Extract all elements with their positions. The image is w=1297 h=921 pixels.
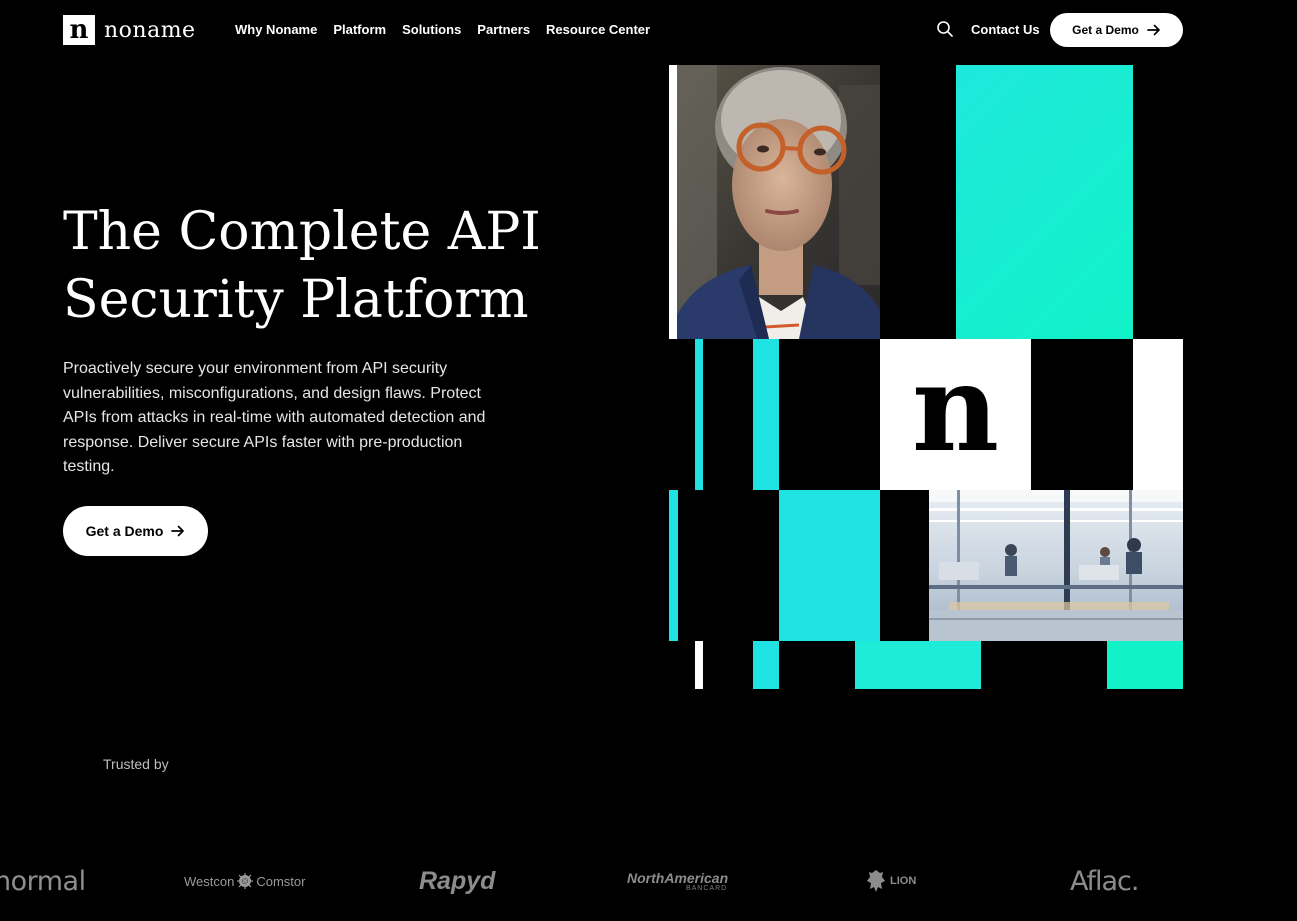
brand-logo-westcon-comstor: Westcon Comstor: [184, 855, 305, 907]
hero-title-line-1: The Complete API: [63, 202, 541, 262]
mosaic-block: [695, 641, 703, 689]
portrait-photo: [669, 65, 880, 339]
brand-logo-north-american-bancard: NorthAmerican BANCARD: [627, 855, 728, 907]
brand-westcon-text: Westcon: [184, 873, 235, 889]
get-demo-hero-label: Get a Demo: [85, 523, 164, 539]
mosaic-block: [1107, 641, 1183, 689]
logo-mark: n: [63, 15, 95, 45]
hero-title-line-2: Security Platform: [63, 270, 529, 330]
mosaic-block: [1133, 339, 1183, 490]
nav-platform[interactable]: Platform: [333, 22, 386, 37]
office-photo: [929, 490, 1183, 641]
brand-logo-normal: normal: [0, 855, 86, 907]
get-demo-header-label: Get a Demo: [1072, 23, 1139, 37]
mosaic-block: [753, 641, 779, 689]
brand-logo-aflac: Aflac.: [1070, 855, 1139, 907]
mosaic-block: [695, 339, 703, 490]
brand-normal-text: normal: [0, 865, 86, 897]
hero-subtitle: Proactively secure your environment from…: [63, 360, 486, 475]
contact-us-link[interactable]: Contact Us: [971, 22, 1040, 37]
trusted-by-label: Trusted by: [103, 756, 169, 772]
arrow-right-icon: [1146, 24, 1160, 36]
mosaic-block: [855, 641, 981, 689]
logo-wordmark: noname: [104, 17, 196, 43]
get-demo-header-button[interactable]: Get a Demo: [1050, 13, 1183, 47]
mosaic-block: [956, 65, 1133, 339]
hero-mosaic: n: [669, 65, 1183, 689]
brand-aflac-text: Aflac.: [1070, 865, 1139, 897]
brand-lion-text: LION: [890, 875, 917, 887]
nav-why-noname[interactable]: Why Noname: [235, 22, 317, 37]
nav-resource-center[interactable]: Resource Center: [546, 22, 650, 37]
search-icon[interactable]: [936, 20, 954, 38]
brand-comstor-text: Comstor: [256, 873, 306, 889]
nav-solutions[interactable]: Solutions: [402, 22, 461, 37]
brand-rapyd-text: Rapyd: [419, 866, 496, 895]
mosaic-block: [753, 339, 779, 490]
mosaic-block: [779, 490, 880, 641]
nav-partners[interactable]: Partners: [477, 22, 530, 37]
starburst-icon: [237, 873, 254, 889]
brand-bancard-text: BANCARD: [685, 884, 728, 892]
customer-logos: normal Westcon Comstor Rapyd NorthAmeric…: [0, 855, 1297, 910]
hero-title: The Complete API Security Platform: [63, 198, 623, 334]
lion-icon: [867, 870, 885, 892]
arrow-right-icon: [171, 525, 185, 537]
main-nav: Why Noname Platform Solutions Partners R…: [235, 22, 650, 37]
noname-logo[interactable]: n noname: [63, 15, 196, 45]
brand-logo-lion: LION: [866, 855, 916, 907]
logo-tile-mark: n: [911, 337, 1000, 479]
logo-tile: n: [880, 339, 1031, 490]
brand-northamerican-text: NorthAmerican: [627, 869, 729, 886]
brand-logo-rapyd: Rapyd: [419, 855, 495, 907]
get-demo-hero-button[interactable]: Get a Demo: [63, 506, 208, 556]
mosaic-block: [669, 490, 678, 641]
